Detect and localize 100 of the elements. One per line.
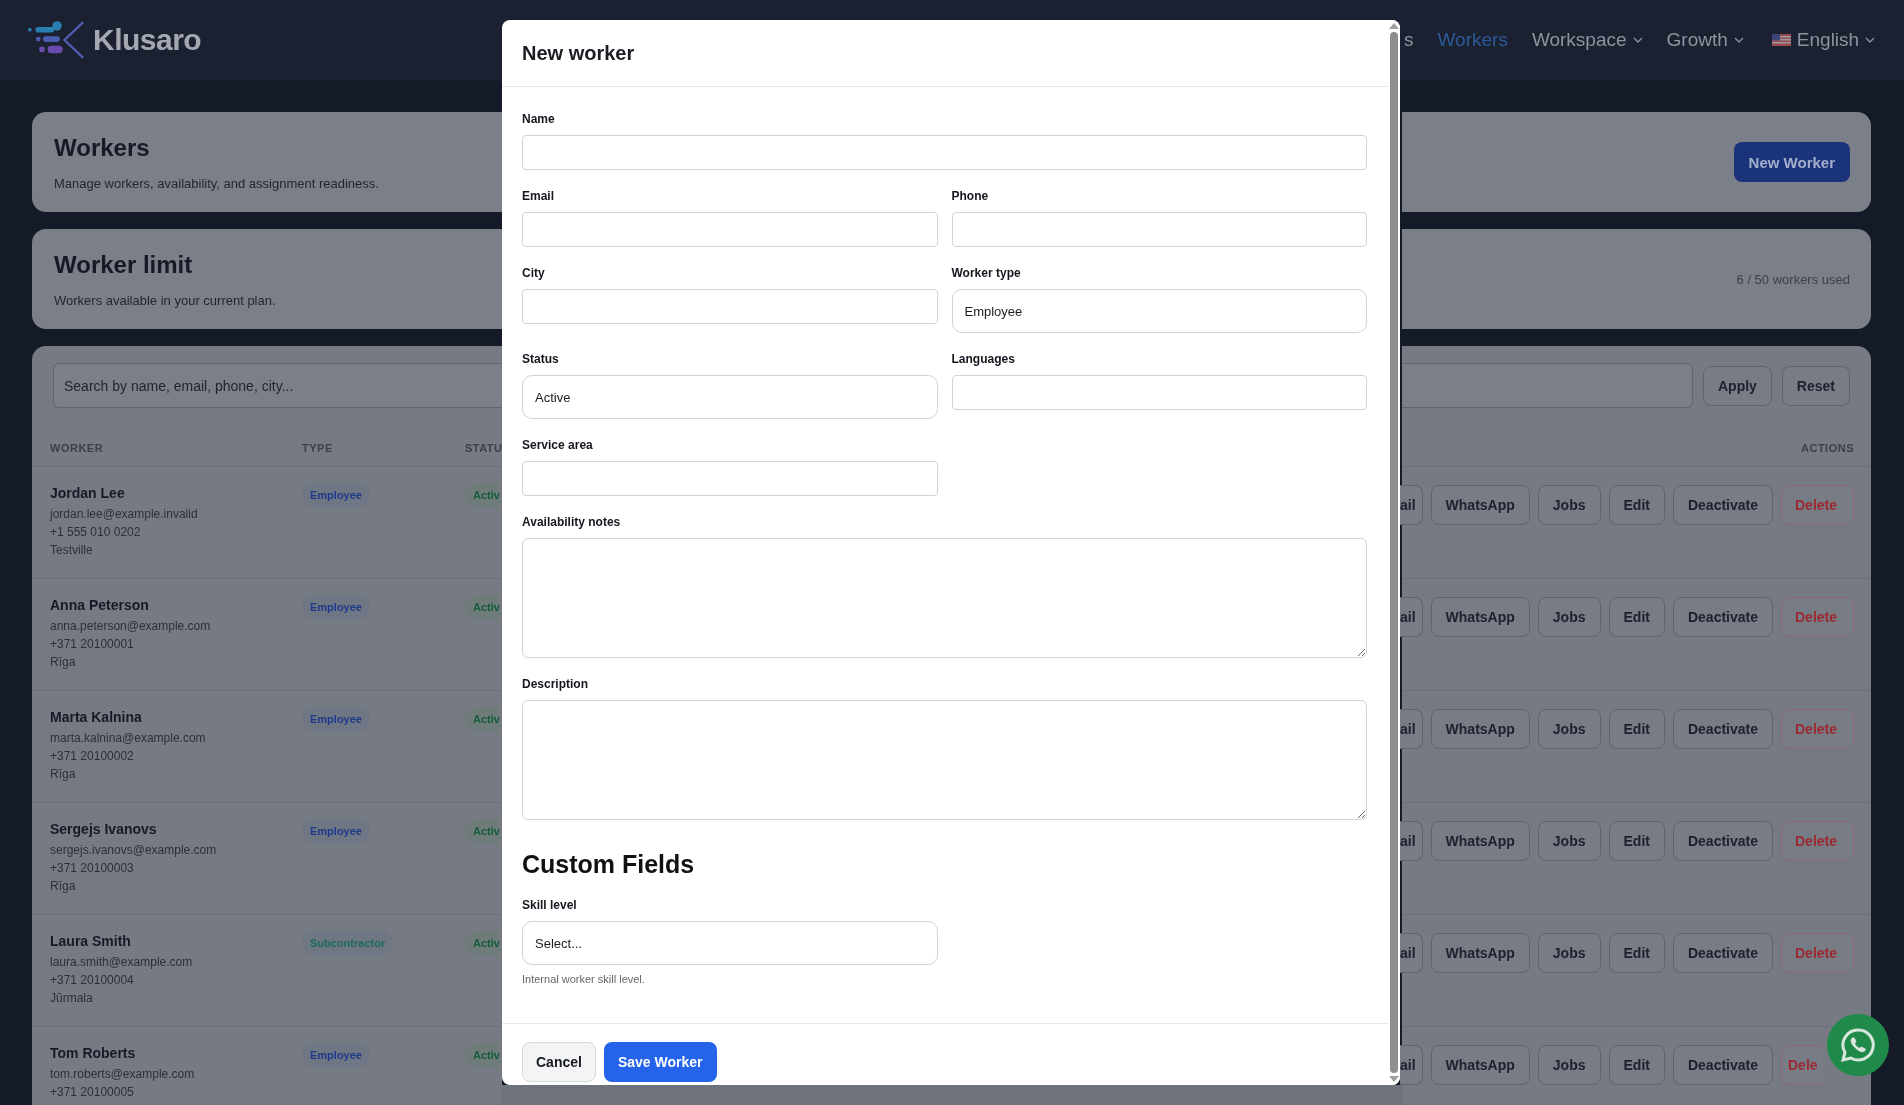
status-badge: Activ bbox=[465, 931, 500, 955]
filter-button[interactable]: Reset bbox=[1781, 365, 1850, 406]
row-action-button[interactable]: ail bbox=[1400, 485, 1423, 525]
new-worker-button[interactable]: New Worker bbox=[1733, 142, 1850, 182]
status-badge: Activ bbox=[465, 595, 500, 619]
row-action-button[interactable]: ail bbox=[1400, 933, 1423, 973]
row-action-button[interactable]: Edit bbox=[1608, 485, 1665, 525]
text-field[interactable] bbox=[951, 375, 1367, 410]
field-label: Description bbox=[522, 676, 589, 692]
row-action-button[interactable]: WhatsApp bbox=[1430, 933, 1530, 973]
field-label: Languages bbox=[951, 351, 1016, 367]
worker-email: jordan.lee@example.invalid bbox=[50, 506, 199, 523]
nav-link[interactable]: Growth bbox=[1666, 29, 1744, 51]
row-action-button[interactable]: Deactivate bbox=[1672, 485, 1773, 525]
flag-icon bbox=[1771, 34, 1791, 46]
row-action-button[interactable]: WhatsApp bbox=[1430, 821, 1530, 861]
worker-name: Anna Peterson bbox=[50, 596, 150, 615]
text-field[interactable] bbox=[951, 212, 1367, 247]
help-text: Internal worker skill level. bbox=[522, 973, 646, 985]
row-action-button[interactable]: Edit bbox=[1608, 821, 1665, 861]
row-action-button[interactable]: Jobs bbox=[1537, 821, 1601, 861]
column-header: STATU bbox=[465, 442, 503, 454]
worker-phone: +371 20100002 bbox=[50, 748, 135, 765]
row-action-button[interactable]: WhatsApp bbox=[1430, 597, 1530, 637]
field-label: Email bbox=[522, 188, 555, 204]
type-badge: Employee bbox=[302, 595, 370, 619]
row-action-button[interactable]: Jobs bbox=[1537, 709, 1601, 749]
type-badge: Subcontractor bbox=[302, 931, 394, 955]
row-action-button[interactable]: ail bbox=[1400, 597, 1423, 637]
row-action-button[interactable]: Edit bbox=[1608, 597, 1665, 637]
text-field[interactable] bbox=[522, 212, 938, 247]
row-action-button[interactable]: Jobs bbox=[1537, 933, 1601, 973]
row-action-button[interactable]: Deactivate bbox=[1672, 933, 1773, 973]
row-action-button[interactable]: WhatsApp bbox=[1430, 1045, 1530, 1085]
field-label: Phone bbox=[951, 188, 990, 204]
text-field[interactable] bbox=[522, 289, 938, 324]
text-area[interactable] bbox=[522, 700, 1367, 820]
nav-link[interactable]: Workspace bbox=[1531, 29, 1643, 51]
status-badge: Activ bbox=[465, 483, 500, 507]
select-field[interactable]: Employee bbox=[951, 289, 1367, 333]
row-action-button[interactable]: WhatsApp bbox=[1430, 709, 1530, 749]
status-badge: Activ bbox=[465, 707, 500, 731]
text-field[interactable] bbox=[522, 135, 1367, 170]
worker-name: Marta Kalnina bbox=[50, 708, 143, 727]
search-field[interactable]: Search by name, email, phone, city... bbox=[53, 363, 502, 408]
row-action-button[interactable]: Deactivate bbox=[1672, 709, 1773, 749]
type-badge: Employee bbox=[302, 819, 370, 843]
worker-email: marta.kalnina@example.com bbox=[50, 730, 207, 747]
worker-phone: +1 555 010 0202 bbox=[50, 524, 142, 541]
worker-phone: +371 20100003 bbox=[50, 860, 135, 877]
row-action-button[interactable]: Edit bbox=[1608, 933, 1665, 973]
scrollbar[interactable] bbox=[1388, 20, 1400, 1085]
row-action-button[interactable]: Jobs bbox=[1537, 485, 1601, 525]
select-field[interactable]: Select... bbox=[522, 921, 938, 965]
row-action-button[interactable]: WhatsApp bbox=[1430, 485, 1530, 525]
worker-email: tom.roberts@example.com bbox=[50, 1066, 196, 1083]
filter-button[interactable]: Apply bbox=[1702, 365, 1772, 406]
cancel-button[interactable]: Cancel bbox=[522, 1042, 596, 1082]
row-action-button[interactable]: ail bbox=[1400, 1045, 1423, 1085]
worker-city: Rīga bbox=[50, 878, 77, 895]
search-field[interactable] bbox=[1402, 363, 1693, 408]
row-action-button[interactable]: Deactivate bbox=[1672, 597, 1773, 637]
status-badge: Activ bbox=[465, 1043, 500, 1067]
logo-text[interactable]: Klusaro bbox=[93, 23, 202, 57]
select-field[interactable]: Active bbox=[522, 375, 938, 419]
status-badge: Activ bbox=[465, 819, 500, 843]
row-action-button[interactable]: Edit bbox=[1608, 709, 1665, 749]
type-badge: Employee bbox=[302, 483, 370, 507]
limit-subtitle: Workers available in your current plan. bbox=[54, 292, 277, 308]
worker-city: Jūrmala bbox=[50, 990, 94, 1007]
worker-email: laura.smith@example.com bbox=[50, 954, 194, 971]
row-action-button[interactable]: ail bbox=[1400, 821, 1423, 861]
row-action-button[interactable]: Edit bbox=[1608, 1045, 1665, 1085]
row-action-button[interactable]: Jobs bbox=[1537, 1045, 1601, 1085]
row-action-button[interactable]: ail bbox=[1400, 709, 1423, 749]
worker-name: Sergejs Ivanovs bbox=[50, 820, 158, 839]
row-action-button[interactable]: Deactivate bbox=[1672, 821, 1773, 861]
page-title: Workers bbox=[54, 133, 151, 162]
row-action-button[interactable]: Deactivate bbox=[1672, 1045, 1773, 1085]
worker-name: Jordan Lee bbox=[50, 484, 126, 503]
nav-link[interactable]: Workers bbox=[1437, 29, 1508, 51]
worker-name: Tom Roberts bbox=[50, 1044, 137, 1063]
save-button[interactable]: Save Worker bbox=[603, 1042, 717, 1082]
language-menu[interactable]: English bbox=[1771, 29, 1876, 51]
logo-icon bbox=[27, 20, 87, 60]
column-header: WORKER bbox=[49, 442, 105, 454]
column-header: ACTIONS bbox=[1801, 442, 1854, 454]
field-label: Name bbox=[522, 111, 556, 127]
text-area[interactable] bbox=[522, 538, 1367, 658]
page-subtitle: Manage workers, availability, and assignment readiness. bbox=[54, 175, 380, 191]
limit-title: Worker limit bbox=[54, 250, 194, 279]
field-label: Service area bbox=[522, 437, 594, 453]
field-label: Availability notes bbox=[522, 514, 622, 530]
text-field[interactable] bbox=[522, 461, 938, 496]
worker-email: anna.peterson@example.com bbox=[50, 618, 212, 635]
field-label: Status bbox=[522, 351, 560, 367]
column-header: TYPE bbox=[302, 442, 334, 454]
row-action-button[interactable]: Jobs bbox=[1537, 597, 1601, 637]
nav-link[interactable]: s bbox=[1404, 29, 1414, 51]
worker-city: Testville bbox=[50, 542, 94, 559]
